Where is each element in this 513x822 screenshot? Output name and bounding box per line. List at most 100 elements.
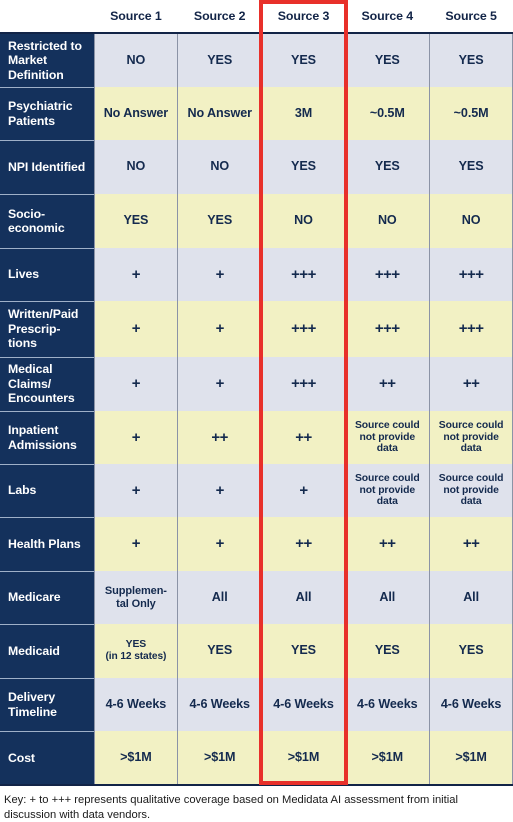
table-cell: ++ [428,357,513,411]
table-cell: YES [261,140,346,194]
cell-value: YES [291,643,316,658]
cell-value: NO [461,213,481,228]
cell-value: NO [126,159,146,174]
cell-value: Source could not provide data [438,472,504,508]
table-cell: ++ [428,517,513,571]
table-cell: 3M [261,87,346,140]
table-row: Written/Paid Prescrip-tions + + +++ +++ +++ [0,300,513,357]
cell-value: Source could not provide data [354,472,420,508]
cell-value: All [295,589,312,604]
table-header-row: Source 1 Source 2 Source 3 Source 4 Sour… [0,0,513,33]
cell-value: >$1M [455,749,487,764]
table-cell: + [177,248,262,301]
row-label: Medicaid [0,623,94,678]
source-comparison-table: Source 1 Source 2 Source 3 Source 4 Sour… [0,0,513,784]
row-label: Lives [0,247,94,301]
table-cell: +++ [261,301,346,357]
cell-value: NO [294,213,313,228]
row-label: Inpatient Admissions [0,410,94,464]
cell-value: + [131,535,141,552]
table-row: Psychiatric Patients No Answer No Answer 3M… [0,86,513,140]
table-cell: NO [261,194,346,248]
table-cell: >$1M [177,731,262,784]
table-cell: YES (in 12 states) [93,624,178,678]
table-cell: Supplemen-tal Only [93,571,178,624]
row-label: Medical Claims/Encounters [0,356,94,411]
table-cell: ~0.5M [344,87,430,140]
cell-value: Source could not provide data [438,419,504,455]
row-label: Cost [0,730,94,784]
cell-value: NO [210,159,230,174]
table-key-note: Key: + to +++ represents qualitative cov… [4,794,458,821]
table-row: Labs + + + Source could not provide data Sour… [0,463,513,517]
table-header: Source 1 Source 2 Source 3 Source 4 Sour… [0,0,513,33]
cell-value: All [379,589,396,604]
cell-value: >$1M [371,749,404,764]
cell-value: YES [207,213,233,228]
cell-value: YES [291,52,316,67]
table-cell: + [93,301,178,357]
table-cell: All [428,571,513,624]
cell-value: YES [374,643,400,658]
cell-value: ~0.5M [369,105,405,120]
cell-value: YES (in 12 states) [105,639,167,662]
table-cell: ++ [344,357,430,411]
cell-value: YES [374,52,400,67]
cell-value: 3M [294,105,313,120]
cell-value: 4-6 Weeks [273,696,334,711]
row-label: NPI Identified [0,139,94,194]
cell-value: + [131,481,141,499]
table-cell: YES [261,624,346,678]
table-cell: NO [93,33,178,87]
cell-value: + [131,265,141,283]
cell-value: +++ [291,320,316,337]
cell-value: YES [123,213,149,228]
table-cell: + [177,464,262,517]
cell-value: No Answer [103,105,169,120]
cell-value: No Answer [187,105,252,120]
table-body: Restricted to Market Definition NO YES YES Y… [0,33,513,784]
cell-value: +++ [374,320,400,337]
cell-value: Supplemen-tal Only [104,584,167,610]
table-cell: ++ [177,411,262,464]
table-row: Cost >$1M >$1M >$1M >$1M >$1M [0,730,513,784]
table-cell: + [261,464,346,517]
cell-value: 4-6 Weeks [440,696,502,711]
table-cell: YES [344,140,430,194]
table-cell: NO [177,140,262,194]
table-row: Health Plans + + ++ ++ ++ [0,516,513,571]
cell-value: +++ [374,265,400,283]
cell-value: YES [458,643,484,658]
cell-value: ++ [295,428,312,446]
row-label: Labs [0,463,94,517]
table-cell: All [344,571,430,624]
table-cell: Source could not provide data [344,464,430,517]
table-bottom-rule [0,784,513,786]
column-header-source-3: Source 3 [261,0,346,33]
cell-value: 4-6 Weeks [105,696,167,711]
table-cell: 4-6 Weeks [177,678,262,731]
cell-value: ++ [379,535,396,552]
cell-value: NO [126,52,146,67]
table-cell: 4-6 Weeks [261,678,346,731]
table-cell: + [177,517,262,571]
cell-value: NO [377,213,397,228]
table-corner-cell [0,0,94,33]
table-cell: YES [177,194,262,248]
table-cell: + [177,301,262,357]
table-row: Medicaid YES (in 12 states) YES YES YES YES [0,623,513,678]
table-cell: All [261,571,346,624]
table-cell: NO [428,194,513,248]
row-label: Psychiatric Patients [0,86,94,140]
row-label: Restricted to Market Definition [0,33,94,87]
cell-value: +++ [291,375,316,392]
cell-value: + [215,481,225,499]
table-cell: ++ [261,517,346,571]
row-label: Written/Paid Prescrip-tions [0,300,94,357]
cell-value: + [131,320,141,337]
comparison-table-page: Source 1 Source 2 Source 3 Source 4 Sour… [0,0,513,822]
table-row: Inpatient Admissions + ++ ++ Source could no… [0,410,513,464]
table-cell: No Answer [177,87,262,140]
cell-value: ++ [462,375,480,392]
cell-value: YES [458,159,484,174]
